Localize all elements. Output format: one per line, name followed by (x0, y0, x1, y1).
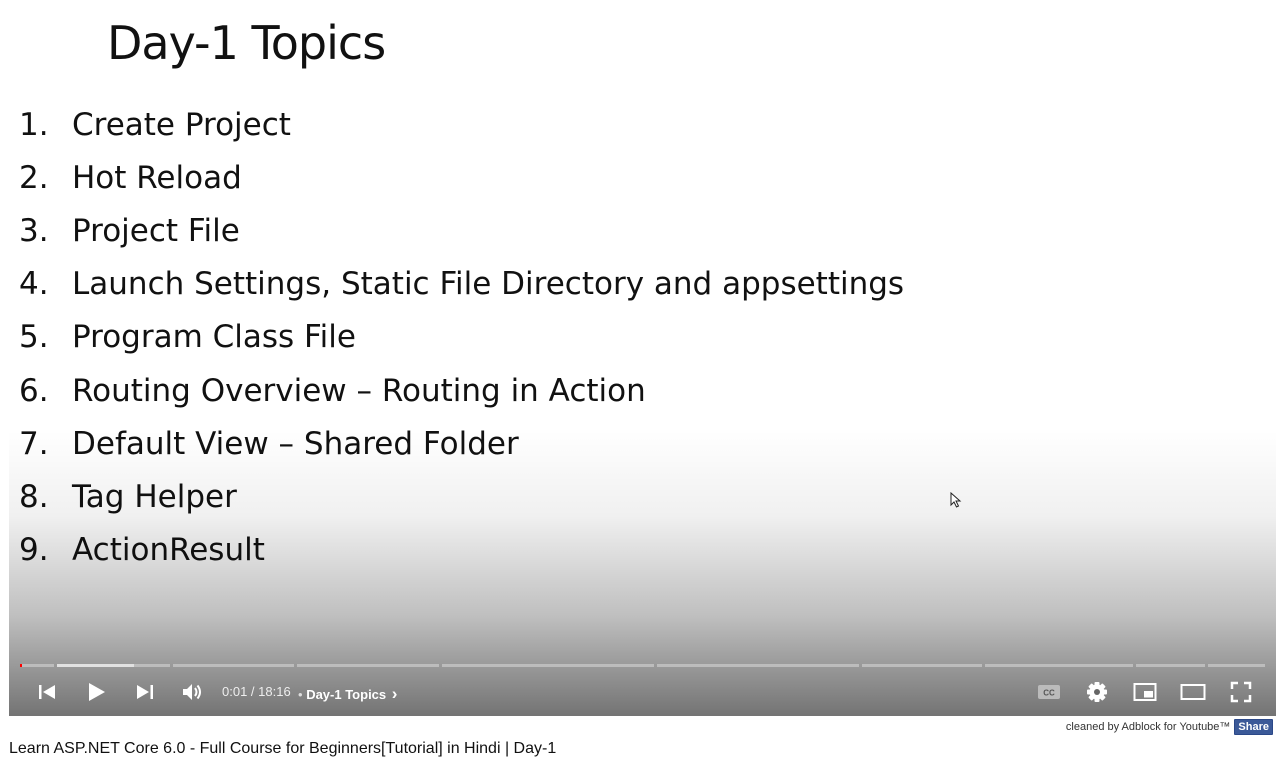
chapter-segment[interactable] (20, 664, 54, 667)
list-item: 3. Project File (19, 204, 904, 257)
topic-text: Hot Reload (72, 159, 242, 196)
fullscreen-icon (1230, 681, 1252, 703)
list-item: 4. Launch Settings, Static File Directory… (19, 258, 904, 311)
next-button[interactable] (131, 672, 159, 712)
chapter-segment[interactable] (862, 664, 982, 667)
adblock-notice: cleaned by Adblock for Youtube™ (1065, 721, 1231, 733)
topic-number: 4. (19, 266, 49, 303)
topic-text: Program Class File (72, 319, 356, 356)
topic-number: 2. (19, 159, 49, 196)
topic-number: 5. (19, 319, 49, 356)
chapter-segment[interactable] (57, 664, 170, 667)
settings-button[interactable] (1083, 672, 1111, 712)
previous-button[interactable] (33, 672, 61, 712)
topic-text: Create Project (72, 106, 291, 143)
list-item: 5. Program Class File (19, 311, 904, 364)
slide-title: Day-1 Topics (107, 16, 386, 70)
player-controls: 0:01 / 18:16 • Day-1 Topics › CC (9, 672, 1276, 712)
topic-number: 7. (19, 425, 49, 462)
adblock-bar: cleaned by Adblock for Youtube™ Share (1066, 719, 1273, 735)
time-display: 0:01 / 18:16 (222, 684, 291, 699)
play-icon (89, 683, 105, 701)
topic-text: Routing Overview – Routing in Action (72, 372, 646, 409)
topic-text: Tag Helper (72, 478, 237, 515)
chapter-segment[interactable] (442, 664, 654, 667)
video-title: Learn ASP.NET Core 6.0 - Full Course for… (9, 740, 557, 757)
list-item: 2. Hot Reload (19, 151, 904, 204)
topic-text: Launch Settings, Static File Directory a… (72, 266, 905, 303)
settings-icon (1087, 682, 1107, 702)
mute-button[interactable] (177, 672, 207, 712)
share-button[interactable]: Share (1234, 719, 1273, 735)
progress-bar[interactable] (20, 664, 1265, 667)
buffered-bar (57, 664, 134, 667)
chapter-segment[interactable] (1208, 664, 1265, 667)
next-icon (137, 685, 153, 699)
chapter-segment[interactable] (297, 664, 439, 667)
list-item: 1. Create Project (19, 98, 904, 151)
play-button[interactable] (81, 672, 111, 712)
chapter-separator: • (298, 687, 303, 702)
topic-number: 6. (19, 372, 49, 409)
previous-icon (39, 685, 55, 699)
list-item: 9. ActionResult (19, 524, 904, 577)
volume-icon (183, 684, 201, 700)
captions-icon: CC (1038, 685, 1060, 699)
mouse-cursor-icon (950, 492, 962, 508)
topic-number: 1. (19, 106, 49, 143)
topic-number: 9. (19, 532, 49, 569)
video-frame: Day-1 Topics 1. Create Project 2. Hot Relo… (9, 0, 1276, 716)
list-item: 7. Default View – Shared Folder (19, 417, 904, 470)
list-item: 8. Tag Helper (19, 470, 904, 523)
captions-button[interactable]: CC (1035, 672, 1063, 712)
list-item: 6. Routing Overview – Routing in Action (19, 364, 904, 417)
played-bar (20, 664, 22, 667)
topic-number: 3. (19, 212, 49, 249)
chevron-right-icon: › (391, 684, 398, 703)
topic-text: ActionResult (72, 532, 265, 569)
theater-mode-button[interactable] (1179, 672, 1207, 712)
chapter-segment[interactable] (1136, 664, 1205, 667)
chapter-title: Day-1 Topics (306, 687, 387, 702)
chapter-segment[interactable] (657, 664, 859, 667)
video-player[interactable]: Day-1 Topics 1. Create Project 2. Hot Relo… (9, 0, 1276, 716)
chapter-segment[interactable] (173, 664, 294, 667)
miniplayer-button[interactable] (1131, 672, 1159, 712)
svg-text:CC: CC (1043, 689, 1055, 698)
topic-text: Project File (72, 212, 240, 249)
fullscreen-button[interactable] (1227, 672, 1255, 712)
chapter-segment[interactable] (985, 664, 1133, 667)
topic-text: Default View – Shared Folder (72, 425, 519, 462)
topic-number: 8. (19, 478, 49, 515)
chapter-title-button[interactable]: • Day-1 Topics › (298, 684, 397, 704)
miniplayer-icon (1133, 683, 1157, 701)
topic-list: 1. Create Project 2. Hot Reload 3. Project … (19, 98, 904, 577)
theater-icon (1180, 684, 1206, 700)
